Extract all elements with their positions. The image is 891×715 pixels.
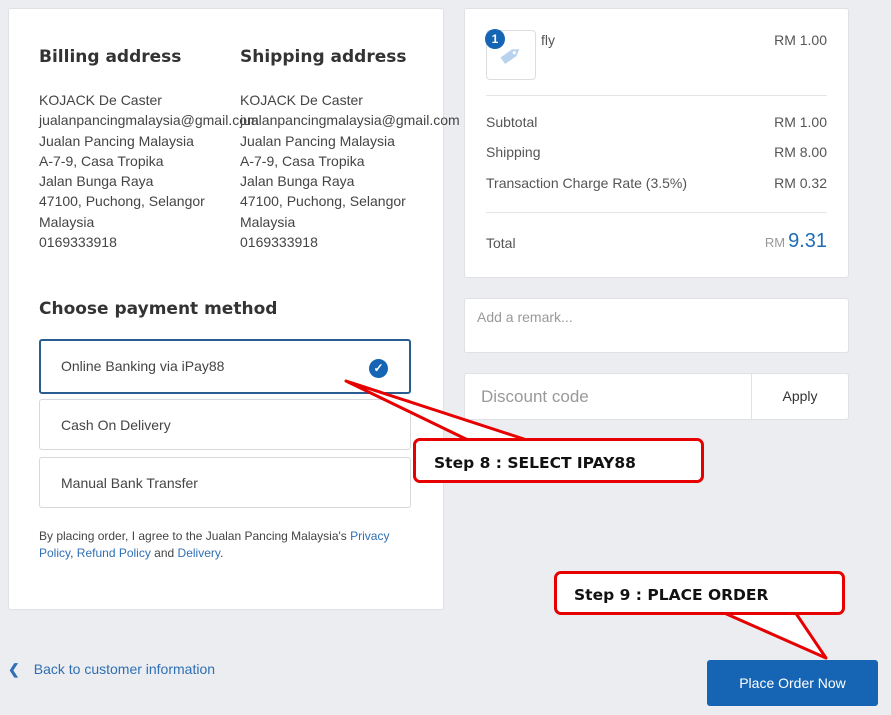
step8-annotation: Step 8 : SELECT IPAY88 bbox=[413, 438, 704, 483]
step8-arrow bbox=[344, 379, 532, 443]
step9-annotation: Step 9 : PLACE ORDER bbox=[554, 571, 845, 615]
quantity-badge: 1 bbox=[485, 29, 505, 49]
step9-arrow bbox=[720, 610, 828, 660]
